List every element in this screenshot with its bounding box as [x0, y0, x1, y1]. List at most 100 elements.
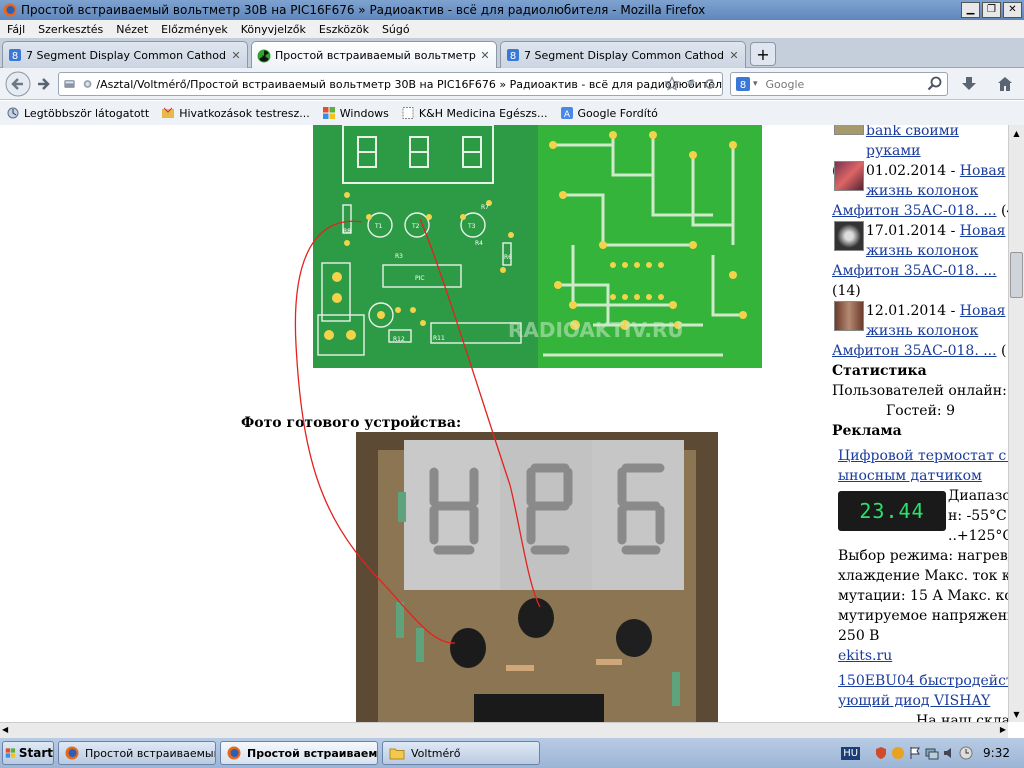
post-link[interactable]: Новая [960, 163, 1006, 179]
menu-history[interactable]: Előzmények [161, 23, 228, 36]
close-window-button[interactable]: ✕ [1003, 2, 1022, 18]
stats-heading: Статистика [832, 363, 927, 379]
engine-dropdown-icon[interactable]: ▾ [753, 79, 758, 89]
search-placeholder[interactable]: Google [766, 78, 927, 91]
window-title: Простой встраиваемый вольтметр 30В на PI… [21, 3, 706, 17]
tab-voltmeter[interactable]: Простой встраиваемый вольтметр 30В... ✕ [251, 41, 497, 69]
taskbar-item-label: Простой встраиваемый... [85, 746, 215, 760]
back-arrow-icon [5, 71, 31, 97]
history-dropdown-icon[interactable] [684, 72, 698, 96]
ads-heading: Реклама [832, 423, 902, 439]
firefox-icon [3, 3, 17, 17]
sidebar: bank своими руками (3) 01.02.2014 - Нова… [832, 125, 1008, 722]
update-icon[interactable] [959, 746, 973, 760]
tab-7segment-1[interactable]: 8 7 Segment Display Common Cathod - Go..… [2, 41, 248, 68]
bookmark-star-icon[interactable] [663, 72, 681, 96]
scroll-up-icon[interactable]: ▲ [1009, 125, 1024, 141]
scroll-left-icon[interactable]: ◀ [2, 725, 8, 734]
google-tab-icon: 8 [507, 49, 519, 62]
ad-link[interactable]: 150EBU04 быстродейств [838, 673, 1008, 689]
url-bar[interactable]: /Asztal/Voltmérő/Простой встраиваемый во… [58, 72, 723, 96]
menu-help[interactable]: Súgó [382, 23, 410, 36]
post-thumbnail [834, 301, 864, 331]
post-link[interactable]: Амфитон 35АС-018. ... [832, 203, 997, 219]
network-icon[interactable] [925, 746, 939, 760]
search-box[interactable]: 8 ▾ Google [730, 72, 948, 96]
taskbar-item-firefox-2[interactable]: Простой встраиваем... [220, 741, 378, 765]
url-text[interactable]: /Asztal/Voltmérő/Простой встраиваемый во… [96, 78, 722, 91]
blank-page-icon [402, 107, 414, 119]
globe-icon [83, 80, 92, 88]
tab-close-icon[interactable]: ✕ [479, 49, 491, 62]
bookmark-windows[interactable]: Windows [322, 106, 389, 120]
post-date: 12.01.2014 - [866, 303, 960, 319]
bookmark-customize-links[interactable]: Hivatkozások testresz... [161, 106, 310, 120]
downloads-icon[interactable] [958, 72, 980, 96]
tab-close-icon[interactable]: ✕ [728, 49, 740, 62]
menu-file[interactable]: Fájl [7, 23, 25, 36]
back-button[interactable] [4, 71, 32, 97]
page-content: T1 T2 T3 PIC R12 R11 R3 R4 R7 R8 R6 RADI… [0, 125, 1008, 722]
menu-bookmarks[interactable]: Könyvjelzők [241, 23, 306, 36]
ad-link[interactable]: ующий диод VISHAY [838, 693, 990, 709]
new-tab-button[interactable]: + [750, 42, 776, 66]
taskbar-item-folder[interactable]: Voltmérő [382, 741, 540, 765]
post-link[interactable]: жизнь колонок [866, 243, 978, 259]
window-titlebar: Простой встраиваемый вольтметр 30В на PI… [0, 0, 1024, 20]
sidebar-post: 12.01.2014 - Новая жизнь колонок Амфитон… [832, 301, 1008, 361]
ad-link[interactable]: ыносным датчиком [838, 468, 982, 484]
ad-domain-link[interactable]: ekits.ru [838, 648, 892, 664]
post-link[interactable]: жизнь колонок [866, 323, 978, 339]
minimize-button[interactable]: ▁ [961, 2, 980, 18]
post-link[interactable]: Амфитон 35АС-018. ... [832, 343, 997, 359]
shield-icon[interactable] [874, 746, 888, 760]
page-identity-icon[interactable] [63, 75, 77, 93]
restore-button[interactable]: ❐ [982, 2, 1001, 18]
search-icon[interactable] [927, 76, 943, 92]
speaker-icon[interactable] [942, 746, 956, 760]
thermostat-ad-image[interactable]: 23.44 [838, 491, 946, 531]
post-link[interactable]: Новая [960, 223, 1006, 239]
menu-edit[interactable]: Szerkesztés [38, 23, 103, 36]
home-icon[interactable] [994, 72, 1016, 96]
svg-text:8: 8 [12, 51, 18, 62]
ad-range-line: ..+125°C [948, 528, 1008, 544]
reload-icon[interactable] [700, 72, 720, 96]
language-indicator[interactable]: HU [841, 746, 861, 760]
navigation-bar: /Asztal/Voltmérő/Простой встраиваемый во… [0, 68, 1024, 100]
clock[interactable]: 9:32 [983, 746, 1010, 760]
horizontal-scrollbar[interactable]: ◀ ▶ [0, 722, 1008, 738]
post-link[interactable]: Новая [960, 303, 1006, 319]
ie-bookmark-icon [162, 107, 175, 118]
flag-icon[interactable] [908, 746, 922, 760]
antivirus-icon[interactable] [891, 746, 905, 760]
post-link[interactable]: Амфитон 35АС-018. ... [832, 263, 997, 279]
google-search-engine-icon[interactable]: 8 [735, 76, 751, 92]
menu-tools[interactable]: Eszközök [319, 23, 369, 36]
tab-7segment-2[interactable]: 8 7 Segment Display Common Cathod - Go..… [500, 41, 746, 68]
bookmark-label: Hivatkozások testresz... [179, 106, 310, 120]
start-button[interactable]: Start [2, 741, 54, 765]
bookmarks-bar: Legtöbbször látogatott Hivatkozások test… [0, 101, 1024, 125]
tab-close-icon[interactable]: ✕ [230, 49, 242, 62]
scroll-down-icon[interactable]: ▼ [1009, 706, 1024, 722]
post-link[interactable]: жизнь колонок [866, 183, 978, 199]
scroll-right-icon[interactable]: ▶ [1000, 725, 1006, 734]
ad-link[interactable]: Цифровой термостат с в [838, 448, 1008, 464]
vertical-scroll-thumb[interactable] [1010, 252, 1023, 298]
taskbar-item-firefox-1[interactable]: Простой встраиваемый... [58, 741, 216, 765]
post-link[interactable]: bank своими руками [866, 125, 959, 159]
ad-range-text: Диапазо н: -55°C ..+125°C [948, 486, 1008, 546]
folder-icon [389, 748, 405, 760]
bookmark-label: Legtöbbször látogatott [24, 106, 150, 120]
bookmark-most-visited[interactable]: Legtöbbször látogatott [6, 106, 149, 120]
vertical-scrollbar[interactable]: ▲ ▼ [1008, 125, 1024, 722]
bookmark-label: Google Fordító [577, 106, 658, 120]
taskbar-item-label: Voltmérő [411, 746, 461, 760]
menu-view[interactable]: Nézet [116, 23, 148, 36]
bookmark-kh-medicina[interactable]: K&H Medicina Egészs... [401, 106, 548, 120]
tab-bar: 8 7 Segment Display Common Cathod - Go..… [0, 38, 1024, 69]
start-label: Start [18, 746, 53, 760]
forward-button[interactable] [34, 72, 52, 96]
bookmark-google-translate[interactable]: A Google Fordító [560, 106, 658, 120]
